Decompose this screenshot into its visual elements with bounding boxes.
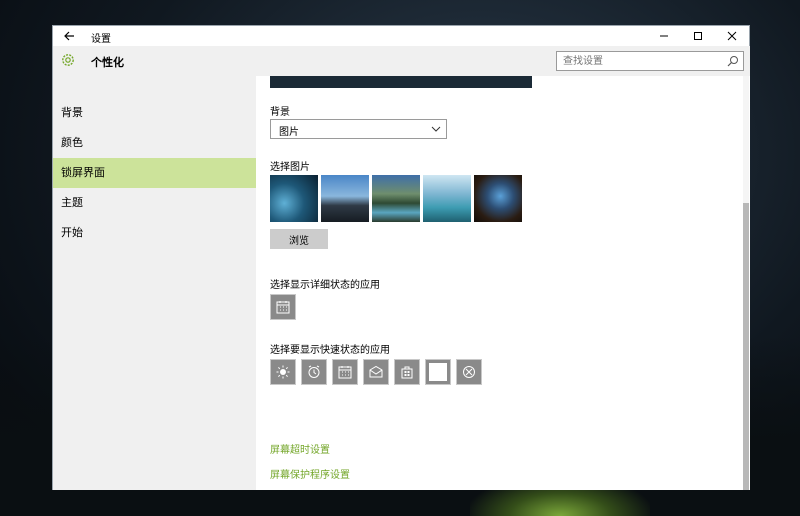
calendar-icon [338,366,352,379]
picture-thumbnails [270,175,522,222]
search-input[interactable] [557,52,729,70]
minimize-button[interactable] [647,26,681,46]
alarm-icon [308,365,320,378]
close-button[interactable] [715,26,749,46]
detailed-status-label: 选择显示详细状态的应用 [270,280,380,291]
quick-status-app-tile[interactable] [456,359,482,385]
quick-status-app-tile[interactable] [301,359,327,385]
quick-status-app-tile[interactable] [425,359,451,385]
detailed-status-app-tile[interactable] [270,294,296,320]
weather-icon [276,365,290,379]
choose-picture-label: 选择图片 [270,162,310,173]
quick-status-app-tile[interactable] [394,359,420,385]
quick-status-app-tile[interactable] [270,359,296,385]
maximize-icon [694,32,702,40]
picture-thumbnail[interactable] [372,175,420,222]
screensaver-settings-link[interactable]: 屏幕保护程序设置 [270,466,350,481]
quick-status-apps [270,359,482,385]
picture-thumbnail[interactable] [321,175,369,222]
empty-slot-icon [429,363,447,381]
background-label: 背景 [270,107,290,118]
sidebar-item-themes[interactable]: 主题 [53,188,256,218]
settings-window: 设置 个性化 背景 颜色 锁屏界面 主题 开始 查找设置 背景 图片 选择图片 … [52,25,750,490]
search-strip [256,46,750,76]
maximize-button[interactable] [681,26,715,46]
xbox-icon [463,366,475,378]
lock-screen-content: 背景 图片 选择图片 浏览 选择显示详细状态的应用 选择要显示快速状态的应用 屏… [256,76,750,490]
quick-status-app-tile[interactable] [332,359,358,385]
sidebar-item-start[interactable]: 开始 [53,218,256,248]
close-icon [727,31,737,41]
quick-status-label: 选择要显示快速状态的应用 [270,345,390,356]
window-title: 设置 [91,34,111,45]
sidebar-item-colors[interactable]: 颜色 [53,128,256,158]
picture-thumbnail[interactable] [474,175,522,222]
gear-icon [62,54,74,66]
store-icon [401,366,413,379]
sidebar-nav: 背景 颜色 锁屏界面 主题 开始 [53,98,256,248]
title-bar: 设置 [53,26,749,46]
lock-screen-preview [270,76,532,88]
mail-icon [369,365,383,378]
picture-thumbnail[interactable] [270,175,318,222]
back-arrow-icon [64,31,74,41]
calendar-icon [276,301,290,314]
background-select[interactable]: 图片 [270,119,447,139]
sidebar-header: 个性化 [53,46,256,76]
sidebar: 个性化 背景 颜色 锁屏界面 主题 开始 [53,46,256,490]
quick-status-app-tile[interactable] [363,359,389,385]
picture-thumbnail[interactable] [423,175,471,222]
chevron-down-icon [431,126,441,132]
scrollbar-thumb[interactable] [743,203,749,490]
scrollbar[interactable] [743,76,749,490]
page-title: 个性化 [91,56,124,69]
sidebar-item-background[interactable]: 背景 [53,98,256,128]
minimize-icon [660,35,668,37]
sidebar-item-lock-screen[interactable]: 锁屏界面 [53,158,256,188]
search-box [556,51,744,71]
back-button[interactable] [61,27,79,45]
background-select-value: 图片 [279,127,299,138]
browse-button[interactable]: 浏览 [270,229,328,249]
search-icon[interactable] [727,55,739,67]
screen-timeout-settings-link[interactable]: 屏幕超时设置 [270,441,330,456]
